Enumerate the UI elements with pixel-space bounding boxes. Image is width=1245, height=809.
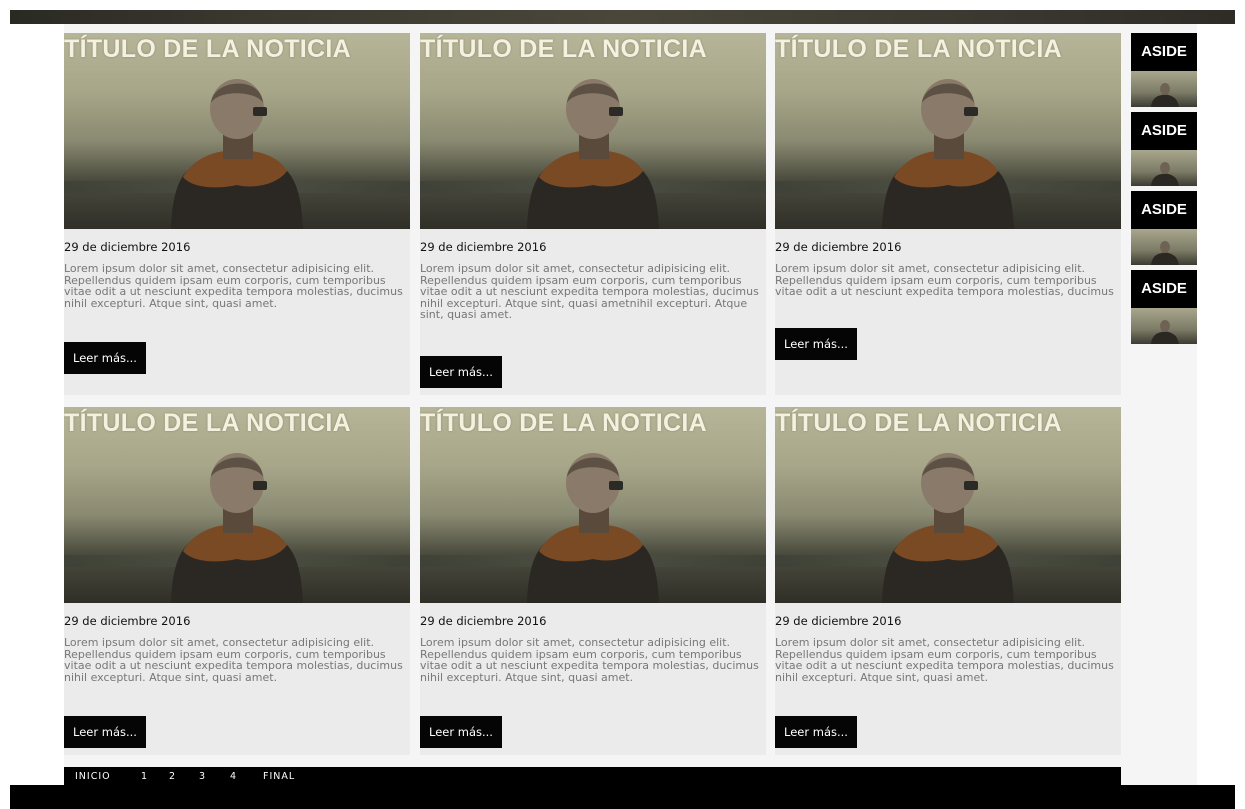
read-more-button[interactable]: Leer más... bbox=[420, 356, 502, 388]
read-more-button[interactable]: Leer más... bbox=[64, 342, 146, 374]
person-photo-icon bbox=[1151, 241, 1179, 265]
news-image[interactable]: TÍTULO DE LA NOTICIA bbox=[775, 33, 1121, 229]
news-date: 29 de diciembre 2016 bbox=[775, 614, 902, 628]
news-image[interactable]: TÍTULO DE LA NOTICIA bbox=[420, 33, 766, 229]
news-title[interactable]: TÍTULO DE LA NOTICIA bbox=[775, 409, 1062, 438]
pagination-bar: INICIO 1 2 3 4 FINAL bbox=[64, 767, 1121, 785]
news-image[interactable]: TÍTULO DE LA NOTICIA bbox=[420, 407, 766, 603]
person-photo-icon bbox=[171, 453, 303, 603]
news-card: TÍTULO DE LA NOTICIA 29 de diciembre 201… bbox=[64, 33, 410, 395]
person-photo-icon bbox=[527, 79, 659, 229]
news-title[interactable]: TÍTULO DE LA NOTICIA bbox=[64, 409, 351, 438]
aside-thumbnail bbox=[1131, 71, 1197, 107]
news-date: 29 de diciembre 2016 bbox=[420, 240, 547, 254]
news-title[interactable]: TÍTULO DE LA NOTICIA bbox=[420, 35, 707, 64]
pagination-page-1[interactable]: 1 bbox=[141, 771, 148, 782]
news-image[interactable]: TÍTULO DE LA NOTICIA bbox=[775, 407, 1121, 603]
aside-item[interactable]: ASIDE bbox=[1131, 33, 1197, 107]
news-excerpt: Lorem ipsum dolor sit amet, consectetur … bbox=[420, 636, 759, 684]
pagination-first[interactable]: INICIO bbox=[75, 771, 111, 782]
read-more-button[interactable]: Leer más... bbox=[775, 716, 857, 748]
aside-item[interactable]: ASIDE bbox=[1131, 191, 1197, 265]
person-photo-icon bbox=[1151, 320, 1179, 344]
aside-label: ASIDE bbox=[1131, 270, 1197, 308]
news-card: TÍTULO DE LA NOTICIA 29 de diciembre 201… bbox=[775, 33, 1121, 395]
aside-label: ASIDE bbox=[1131, 33, 1197, 71]
aside-thumbnail bbox=[1131, 150, 1197, 186]
footer bbox=[10, 785, 1235, 809]
news-excerpt: Lorem ipsum dolor sit amet, consectetur … bbox=[775, 636, 1114, 684]
person-photo-icon bbox=[882, 453, 1014, 603]
news-card: TÍTULO DE LA NOTICIA 29 de diciembre 201… bbox=[420, 407, 766, 755]
news-date: 29 de diciembre 2016 bbox=[420, 614, 547, 628]
news-title[interactable]: TÍTULO DE LA NOTICIA bbox=[64, 35, 351, 64]
aside-thumbnail bbox=[1131, 308, 1197, 344]
pagination-page-2[interactable]: 2 bbox=[169, 771, 176, 782]
news-title[interactable]: TÍTULO DE LA NOTICIA bbox=[775, 35, 1062, 64]
aside-item[interactable]: ASIDE bbox=[1131, 270, 1197, 344]
pagination-page-3[interactable]: 3 bbox=[199, 771, 206, 782]
news-date: 29 de diciembre 2016 bbox=[64, 240, 191, 254]
news-image[interactable]: TÍTULO DE LA NOTICIA bbox=[64, 407, 410, 603]
person-photo-icon bbox=[527, 453, 659, 603]
news-card: TÍTULO DE LA NOTICIA 29 de diciembre 201… bbox=[420, 33, 766, 395]
person-photo-icon bbox=[882, 79, 1014, 229]
news-excerpt: Lorem ipsum dolor sit amet, consectetur … bbox=[64, 636, 403, 684]
news-date: 29 de diciembre 2016 bbox=[64, 614, 191, 628]
aside-thumbnail bbox=[1131, 229, 1197, 265]
news-image[interactable]: TÍTULO DE LA NOTICIA bbox=[64, 33, 410, 229]
pagination-last[interactable]: FINAL bbox=[263, 771, 295, 782]
news-excerpt: Lorem ipsum dolor sit amet, consectetur … bbox=[420, 262, 759, 322]
aside-item[interactable]: ASIDE bbox=[1131, 112, 1197, 186]
person-photo-icon bbox=[1151, 83, 1179, 107]
news-excerpt: Lorem ipsum dolor sit amet, consectetur … bbox=[775, 262, 1114, 299]
news-title[interactable]: TÍTULO DE LA NOTICIA bbox=[420, 409, 707, 438]
person-photo-icon bbox=[171, 79, 303, 229]
aside-label: ASIDE bbox=[1131, 112, 1197, 150]
header-banner-image bbox=[10, 10, 1235, 24]
read-more-button[interactable]: Leer más... bbox=[420, 716, 502, 748]
read-more-button[interactable]: Leer más... bbox=[64, 716, 146, 748]
pagination-page-4[interactable]: 4 bbox=[230, 771, 237, 782]
person-photo-icon bbox=[1151, 162, 1179, 186]
news-card: TÍTULO DE LA NOTICIA 29 de diciembre 201… bbox=[64, 407, 410, 755]
news-card: TÍTULO DE LA NOTICIA 29 de diciembre 201… bbox=[775, 407, 1121, 755]
read-more-button[interactable]: Leer más... bbox=[775, 328, 857, 360]
news-date: 29 de diciembre 2016 bbox=[775, 240, 902, 254]
news-excerpt: Lorem ipsum dolor sit amet, consectetur … bbox=[64, 262, 403, 310]
aside-label: ASIDE bbox=[1131, 191, 1197, 229]
